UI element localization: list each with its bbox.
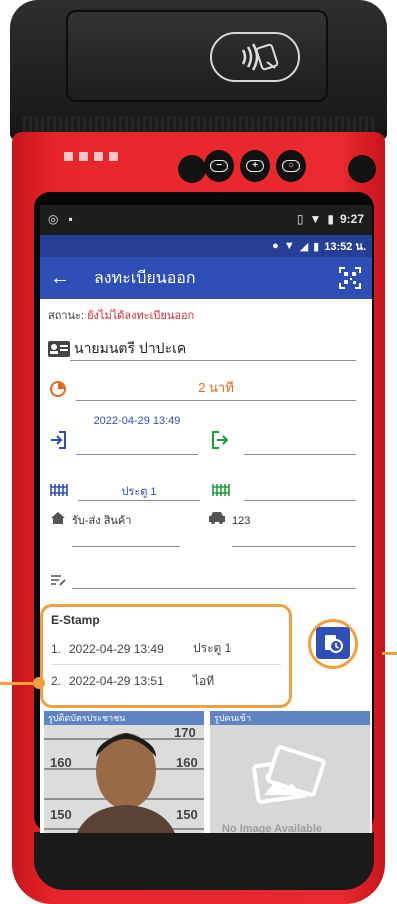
status-leds	[64, 152, 118, 161]
svg-text:160: 160	[50, 755, 72, 770]
exit-gate-field[interactable]	[244, 500, 356, 501]
device-bottom	[34, 832, 374, 890]
status-value: ยังไม่ได้ลงทะเบียนออก	[87, 310, 195, 322]
estamp-row[interactable]: 2. 2022-04-29 13:51 ไอที	[51, 665, 281, 697]
datetime-row: 2022-04-29 13:49	[48, 415, 364, 455]
purpose-vehicle-row: รับ-ส่ง สินค้า 123	[48, 507, 364, 547]
estamp-place: ประตู 1	[193, 641, 232, 655]
hw-sensor	[348, 155, 376, 183]
signal-icon: ◢	[299, 240, 309, 253]
estamp-row[interactable]: 1. 2022-04-29 13:49 ประตู 1	[51, 633, 281, 665]
visitor-name: นายมนตรี ปาปะเค	[74, 340, 187, 356]
system-time: 9:27	[339, 212, 364, 226]
battery-icon: ▮	[313, 240, 320, 253]
status-label: สถานะ:	[48, 310, 88, 322]
logout-icon	[212, 431, 228, 449]
estamp-title: E-Stamp	[51, 613, 100, 627]
app-status-bar: ● ▼ ◢ ▮ 13:52 น.	[40, 235, 372, 257]
entry-datetime: 2022-04-29 13:49	[93, 415, 181, 427]
vehicle-plate: 123	[232, 515, 251, 527]
volume-up-button[interactable]: +	[240, 150, 270, 182]
note-field[interactable]	[72, 588, 356, 589]
visitor-photo[interactable]: รูปคนเข้า No Image Available	[210, 711, 370, 833]
id-card-photo[interactable]: รูปติดบัตรประชาชน 170 160 160 150 150	[44, 711, 204, 833]
visitor-name-field[interactable]: นายมนตรี ปาปะเค	[70, 338, 356, 361]
led	[79, 152, 88, 161]
duration-field: 2 นาที	[76, 377, 356, 401]
app-toolbar: ← ลงทะเบียนออก	[40, 257, 372, 299]
stamp-history-icon	[325, 635, 343, 653]
duration-value: 2 นาที	[198, 380, 234, 395]
system-status-bar: ◎ ▪ ▯ ▼ ▮ 9:27	[40, 205, 372, 233]
device-screen: ◎ ▪ ▯ ▼ ▮ 9:27 ● ▼ ◢ ▮ 13:52 น. ← ลงทะเบ…	[40, 205, 372, 833]
callout-line-left	[0, 682, 36, 685]
led	[94, 152, 103, 161]
led	[64, 152, 73, 161]
vibrate-icon: ▯	[296, 212, 304, 226]
callout-dot	[33, 677, 45, 689]
svg-text:170: 170	[174, 725, 196, 740]
no-image-placeholder: No Image Available	[210, 711, 370, 833]
purpose-value: รับ-ส่ง สินค้า	[72, 515, 132, 527]
image-placeholder-icon	[252, 745, 326, 804]
hw-button-group: − + ○	[204, 150, 306, 186]
hw-sensor	[178, 155, 206, 183]
power-button[interactable]: ○	[276, 150, 306, 182]
home-icon	[51, 512, 65, 524]
visitor-photo-label: รูปคนเข้า	[210, 711, 370, 725]
estamp-index: 2.	[51, 674, 62, 688]
svg-text:150: 150	[176, 807, 198, 822]
estamp-panel: E-Stamp 1. 2022-04-29 13:49 ประตู 1 2. 2…	[40, 604, 292, 708]
volume-down-button[interactable]: −	[204, 150, 234, 182]
svg-text:150: 150	[50, 807, 72, 822]
entry-datetime-field[interactable]: 2022-04-29 13:49	[76, 415, 198, 455]
gate-entry-icon	[50, 484, 68, 496]
login-icon	[51, 431, 66, 449]
entry-gate: ประตู 1	[121, 486, 157, 498]
page-title: ลงทะเบียนออก	[94, 269, 196, 287]
gate-exit-icon	[212, 484, 230, 496]
registration-status: สถานะ: ยังไม่ได้ลงทะเบียนออก	[48, 305, 364, 327]
app-window: ● ▼ ◢ ▮ 13:52 น. ← ลงทะเบียนออก สถานะ: ย…	[40, 235, 372, 833]
contactless-icon	[210, 32, 300, 82]
estamp-button[interactable]	[316, 627, 350, 659]
notification-icon: ▪	[68, 212, 73, 226]
exit-datetime-field[interactable]	[244, 415, 356, 455]
qr-scan-icon[interactable]	[338, 266, 362, 290]
form-content: สถานะ: ยังไม่ได้ลงทะเบียนออก นายมนตรี ปา…	[40, 299, 372, 589]
car-icon	[209, 512, 225, 524]
receipt-printer	[10, 0, 387, 140]
estamp-datetime: 2022-04-29 13:49	[69, 641, 164, 656]
wifi-icon: ▼	[283, 240, 295, 252]
vehicle-plate-field[interactable]: 123	[232, 507, 356, 547]
estamp-index: 1.	[51, 641, 62, 656]
visitor-name-row: นายมนตรี ปาปะเค	[48, 327, 364, 361]
printer-lid	[66, 10, 328, 102]
note-row	[48, 553, 364, 589]
id-card-image: 170 160 160 150 150	[44, 711, 204, 833]
id-card-icon	[48, 341, 70, 357]
entry-gate-field[interactable]: ประตู 1	[78, 482, 200, 501]
estamp-datetime: 2022-04-29 13:51	[69, 674, 164, 688]
photo-section: รูปติดบัตรประชาชน 170 160 160 150 150 รู…	[44, 711, 372, 833]
id-card-photo-label: รูปติดบัตรประชาชน	[44, 711, 204, 725]
gate-row: ประตู 1	[48, 467, 364, 501]
location-icon: ●	[272, 240, 279, 252]
camera-icon: ◎	[48, 212, 59, 226]
timer-icon	[50, 381, 66, 397]
duration-row: 2 นาที	[48, 367, 364, 401]
led	[109, 152, 118, 161]
app-time: 13:52 น.	[324, 241, 366, 253]
battery-icon: ▮	[327, 212, 334, 226]
back-arrow-icon[interactable]: ←	[50, 267, 74, 290]
note-edit-icon	[51, 575, 66, 586]
svg-text:160: 160	[176, 755, 198, 770]
wifi-icon: ▼	[309, 212, 322, 226]
callout-line-right	[382, 652, 397, 655]
purpose-field[interactable]: รับ-ส่ง สินค้า	[72, 507, 180, 547]
no-image-text: No Image Available	[222, 823, 323, 833]
estamp-place: ไอที	[193, 673, 215, 688]
